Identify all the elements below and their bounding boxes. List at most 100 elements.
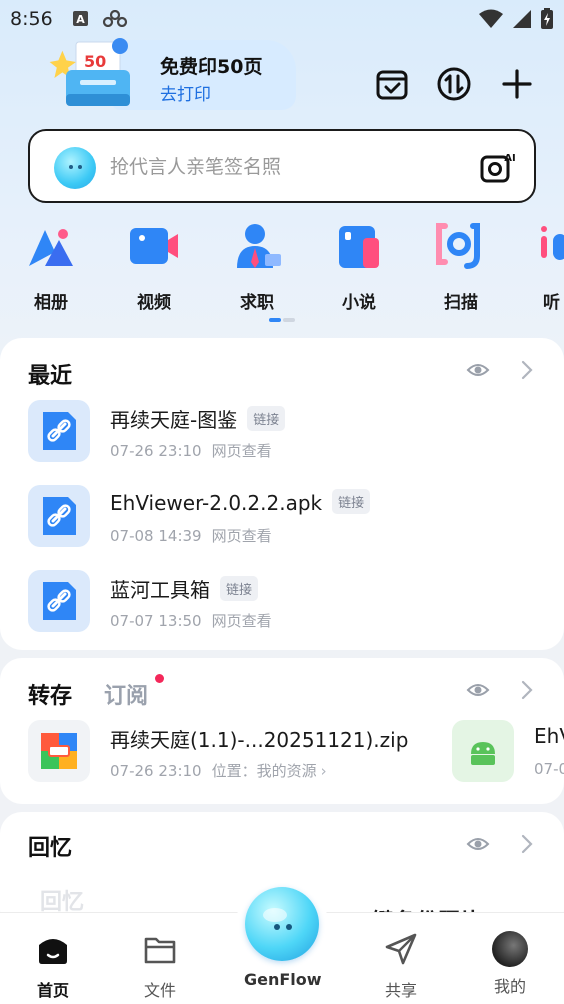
- file-name: 再续天庭(1.1)-...20251121).zip: [110, 728, 409, 752]
- file-name: EhV: [534, 724, 564, 748]
- file-time: 07-07 13:50: [110, 612, 202, 630]
- app-job[interactable]: 求职: [222, 222, 292, 312]
- chevron-right-icon[interactable]: [520, 834, 534, 854]
- eye-icon[interactable]: [466, 358, 490, 382]
- app-row-pager: [269, 318, 295, 322]
- nav-label: 共享: [384, 981, 417, 1000]
- app-label: 扫描: [444, 293, 478, 312]
- transfer-item[interactable]: EhV 07-0: [452, 720, 564, 784]
- genflow-orb-icon: [245, 887, 319, 961]
- text-notification-icon: A: [73, 11, 88, 26]
- chevron-right-icon[interactable]: [520, 360, 534, 380]
- status-bar: 8:56 A: [0, 0, 564, 40]
- promo-badge-number: 50: [84, 52, 107, 71]
- recent-card: 最近 再续天庭-图鉴 链接 07-26 23:10 网页查看 EhViewer-2.…: [0, 338, 564, 650]
- file-time: 07-08 14:39: [110, 527, 202, 545]
- app-album[interactable]: 相册: [16, 222, 86, 312]
- file-time: 07-0: [534, 760, 564, 778]
- memories-title: 回忆: [28, 836, 73, 861]
- folder-icon: [144, 937, 176, 964]
- wifi-icon: [479, 9, 503, 28]
- svg-text:A: A: [76, 13, 85, 26]
- apk-file-icon: [452, 720, 514, 782]
- chevron-right-icon: ›: [320, 762, 327, 780]
- file-name: EhViewer-2.0.2.2.apk: [110, 491, 323, 515]
- assistant-bubble-icon: [54, 147, 96, 189]
- nav-files[interactable]: 文件: [125, 931, 195, 1001]
- file-source: 网页查看: [211, 612, 272, 630]
- app-label: 听: [543, 293, 560, 312]
- genflow-button[interactable]: [236, 878, 328, 970]
- link-file-icon: [28, 400, 90, 462]
- file-name: 再续天庭-图鉴: [110, 408, 238, 432]
- svg-text:AI: AI: [504, 153, 515, 164]
- transfer-arrows-icon: [437, 67, 471, 101]
- nav-home[interactable]: 首页: [18, 931, 88, 1001]
- nav-label: 文件: [143, 981, 176, 1000]
- calendar-check-icon: [376, 70, 408, 100]
- notification-dot: [155, 674, 164, 683]
- eye-icon[interactable]: [466, 678, 490, 702]
- promo-print-link[interactable]: 去打印: [160, 80, 211, 105]
- app-scan[interactable]: 扫描: [426, 222, 496, 312]
- app-label: 小说: [342, 293, 376, 312]
- video-icon: [128, 222, 180, 270]
- cloud-sync-icon: [102, 10, 128, 27]
- home-icon: [39, 939, 67, 964]
- link-tag: 链接: [247, 406, 286, 431]
- file-location: 位置：我的资源: [211, 762, 317, 780]
- link-tag: 链接: [332, 489, 371, 514]
- listen-icon: [541, 222, 564, 270]
- transfer-button[interactable]: [434, 64, 474, 104]
- plus-icon: [502, 69, 532, 99]
- scan-icon: [435, 222, 487, 270]
- novel-icon: [333, 222, 385, 270]
- file-source: 网页查看: [211, 442, 272, 460]
- file-source: 网页查看: [211, 527, 272, 545]
- add-button[interactable]: [497, 64, 537, 104]
- app-label: 相册: [34, 293, 68, 312]
- file-time: 07-26 23:10: [110, 442, 202, 460]
- promo-title: 免费印50页: [160, 56, 263, 78]
- app-label: 求职: [240, 293, 274, 312]
- ai-camera-icon[interactable]: AI: [480, 149, 516, 185]
- transfer-card: 转存 订阅 再续天庭(1.1)-...20251121).zip 07-26 2…: [0, 658, 564, 804]
- job-icon: [231, 222, 283, 270]
- recent-item[interactable]: 蓝河工具箱 链接 07-07 13:50 网页查看: [28, 570, 548, 634]
- app-video[interactable]: 视频: [119, 222, 189, 312]
- nav-me[interactable]: 我的: [475, 931, 545, 997]
- app-novel[interactable]: 小说: [324, 222, 394, 312]
- printer-illustration-icon: [49, 38, 130, 106]
- nav-label: 我的: [493, 977, 526, 996]
- eye-icon[interactable]: [466, 832, 490, 856]
- file-time: 07-26 23:10: [110, 762, 202, 780]
- signal-icon: [513, 10, 531, 28]
- zip-file-icon: [28, 720, 90, 782]
- link-tag: 链接: [220, 576, 259, 601]
- recent-title: 最近: [28, 364, 73, 389]
- file-name: 蓝河工具箱: [110, 578, 210, 602]
- link-file-icon: [28, 570, 90, 632]
- chevron-right-icon[interactable]: [520, 680, 534, 700]
- send-icon: [385, 933, 417, 965]
- app-shortcut-row: 相册 视频 求职 小说 扫描 听: [0, 222, 564, 312]
- search-input[interactable]: [110, 149, 450, 185]
- album-icon: [25, 222, 77, 270]
- recent-item[interactable]: EhViewer-2.0.2.2.apk 链接 07-08 14:39 网页查看: [28, 485, 548, 549]
- check-in-button[interactable]: [372, 64, 412, 104]
- app-label: 视频: [137, 293, 171, 312]
- subscribe-tab[interactable]: 订阅: [104, 678, 148, 710]
- nav-share[interactable]: 共享: [366, 931, 436, 1001]
- search-bar[interactable]: AI: [28, 129, 536, 203]
- recent-item[interactable]: 再续天庭-图鉴 链接 07-26 23:10 网页查看: [28, 400, 548, 464]
- link-file-icon: [28, 485, 90, 547]
- nav-label: 首页: [36, 981, 69, 1000]
- transfer-item[interactable]: 再续天庭(1.1)-...20251121).zip 07-26 23:10 位置…: [28, 720, 448, 784]
- transfer-tab[interactable]: 转存: [28, 678, 72, 710]
- status-time: 8:56: [10, 8, 53, 30]
- battery-icon: [541, 8, 553, 29]
- status-right-icons: [478, 8, 554, 30]
- app-listen[interactable]: 听: [527, 222, 564, 312]
- avatar: [492, 931, 528, 967]
- genflow-label: GenFlow: [244, 970, 322, 989]
